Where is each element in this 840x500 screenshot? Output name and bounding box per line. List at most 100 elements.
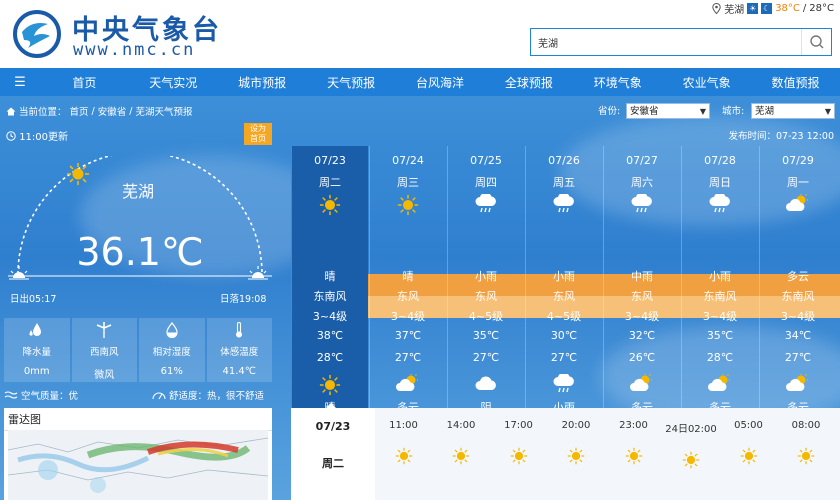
forecast-high-temp: 37℃ <box>394 329 422 342</box>
current-stats: 降水量 0mm 西南风 微风 相对湿度 61% 体感温度 41.4℃ <box>4 318 272 382</box>
search-input[interactable] <box>531 29 801 55</box>
forecast-high-temp: 35℃ <box>706 329 734 342</box>
forecast-weekday: 周一 <box>787 176 809 189</box>
forecast-low-temp: 28℃ <box>316 351 344 364</box>
search-box <box>530 28 832 56</box>
forecast-low-temp: 27℃ <box>550 351 578 364</box>
forecast-day-weather: 小雨 <box>475 270 497 283</box>
forecast-high-temp: 38℃ <box>316 329 344 342</box>
forecast-day-column[interactable]: 07/29周一多云东南风3~4级34℃27℃多云东风3~4级 <box>759 146 836 453</box>
nav-item-weather-forecast[interactable]: 天气预报 <box>307 74 396 91</box>
forecast-day-column[interactable]: 07/26周五小雨东风4~5级30℃27℃小雨东风5~6级 <box>525 146 602 453</box>
nmc-logo-icon[interactable] <box>12 10 62 58</box>
main-nav: ☰ 首页 天气实况 城市预报 天气预报 台风海洋 全球预报 环境气象 农业气象 … <box>0 68 840 96</box>
province-label: 省份: <box>598 106 621 117</box>
sun-icon <box>778 447 835 468</box>
stat-precipitation: 降水量 0mm <box>4 318 70 382</box>
forecast-low-temp: 26℃ <box>628 351 656 364</box>
forecast-day-column[interactable]: 07/27周六中雨东风3~4级32℃26℃多云东南风3~4级 <box>603 146 680 453</box>
forecast-day-wind-level: 3~4级 <box>702 310 738 323</box>
forecast-high-temp: 35℃ <box>472 329 500 342</box>
hourly-column: 08:00 <box>778 408 835 468</box>
nav-item-environment[interactable]: 环境气象 <box>573 74 662 91</box>
forecast-day-weather: 多云 <box>787 270 809 283</box>
rain-cloud-icon <box>526 372 602 397</box>
sun-icon <box>548 447 605 468</box>
stat-feels-like: 体感温度 41.4℃ <box>206 318 272 382</box>
forecast-weekday: 周三 <box>397 176 419 189</box>
cloud-icon <box>448 374 524 397</box>
hourly-time: 14:00 <box>446 420 476 431</box>
partly-cloudy-icon <box>370 374 446 397</box>
forecast-day-column[interactable]: 07/24周三晴东风3~4级37℃27℃多云东风3~4级 <box>369 146 446 453</box>
nav-item-global-forecast[interactable]: 全球预报 <box>484 74 573 91</box>
forecast-day-wind-level: 3~4级 <box>624 310 660 323</box>
forecast-day-weather: 小雨 <box>553 270 575 283</box>
set-homepage-button[interactable]: 设为首页 <box>244 123 272 145</box>
forecast-day-column[interactable]: 07/28周日小雨东南风3~4级35℃28℃多云东南风4~5级 <box>681 146 758 453</box>
wind-turbine-icon <box>96 322 112 338</box>
stat-value: 41.4℃ <box>222 366 257 377</box>
forecast-date: 07/26 <box>548 154 580 167</box>
forecast-low-temp: 28℃ <box>706 351 734 364</box>
forecast-date: 07/27 <box>626 154 658 167</box>
forecast-day-wind-direction: 东风 <box>397 290 419 303</box>
top-weather-summary: 芜湖 ☀ ☾ 38°C / 28°C <box>712 1 834 16</box>
forecast-low-temp: 27℃ <box>472 351 500 364</box>
forecast-date: 07/29 <box>782 154 814 167</box>
stat-value: 61% <box>160 366 183 377</box>
hourly-time: 24日02:00 <box>665 424 717 435</box>
forecast-day-column[interactable]: 07/23周二晴东南风3~4级38℃28℃晴东南风微风 <box>291 146 368 453</box>
publish-time: 发布时间：07-23 12:00 <box>728 131 834 142</box>
forecast-date: 07/28 <box>704 154 736 167</box>
forecast-day-column[interactable]: 07/25周四小雨东风4~5级35℃27℃阴东风4~5级 <box>447 146 524 453</box>
clock-icon <box>6 131 16 141</box>
forecast-low-temp: 27℃ <box>394 351 422 364</box>
province-select[interactable]: 安徽省 ▼ <box>626 103 710 119</box>
nav-item-typhoon-ocean[interactable]: 台风海洋 <box>396 74 485 91</box>
radar-title: 雷达图 <box>4 408 272 431</box>
stat-label: 西南风 <box>89 347 119 358</box>
stat-label: 相对湿度 <box>152 347 191 358</box>
hourly-time: 23:00 <box>619 420 648 431</box>
forecast-day-wind-level: 4~5级 <box>546 310 582 323</box>
forecast-date: 07/25 <box>470 154 502 167</box>
sun-icon <box>605 447 662 468</box>
weather-main: 当前位置： 首页 / 安徽省 / 芜湖天气预报 11:00更新 省份: 安徽省 ▼… <box>0 96 840 500</box>
breadcrumb: 当前位置： 首页 / 安徽省 / 芜湖天气预报 <box>6 104 192 118</box>
nav-item-live-weather[interactable]: 天气实况 <box>129 74 218 91</box>
stat-wind: 西南风 微风 <box>71 318 137 382</box>
sun-icon <box>375 447 432 468</box>
forecast-day-wind-direction: 东风 <box>475 290 497 303</box>
forecast-day-wind-direction: 东南风 <box>703 290 737 303</box>
comfort-index[interactable]: 舒适度：热，很不舒适 <box>152 388 264 402</box>
radar-echo-graphic <box>8 430 268 500</box>
air-quality[interactable]: 空气质量：优 <box>4 388 78 402</box>
nav-item-numerical[interactable]: 数值预报 <box>751 74 840 91</box>
menu-icon[interactable]: ☰ <box>0 75 40 90</box>
hourly-time: 05:00 <box>734 420 763 431</box>
top-city[interactable]: 芜湖 <box>724 1 744 16</box>
humidity-icon <box>166 322 178 339</box>
forecast-low-temp: 27℃ <box>784 351 812 364</box>
nav-item-agriculture[interactable]: 农业气象 <box>662 74 751 91</box>
breadcrumb-home[interactable]: 首页 <box>70 104 89 118</box>
nav-item-home[interactable]: 首页 <box>40 74 129 91</box>
thermometer-icon <box>236 321 243 338</box>
sunset-time: 日落19:08 <box>220 294 267 305</box>
site-url[interactable]: www.nmc.cn <box>73 40 195 60</box>
search-button[interactable] <box>801 29 831 55</box>
breadcrumb-province[interactable]: 安徽省 <box>98 104 127 118</box>
current-city: 芜湖 <box>121 182 154 201</box>
selected-day-pointer <box>326 403 336 408</box>
nav-item-city-forecast[interactable]: 城市预报 <box>218 74 307 91</box>
forecast-day-weather: 中雨 <box>631 270 653 283</box>
breadcrumb-label: 当前位置： <box>19 107 67 118</box>
air-quality-icon <box>4 391 18 399</box>
chevron-down-icon: ▼ <box>699 107 706 116</box>
radar-map-image[interactable] <box>8 430 268 500</box>
comfort-icon <box>152 392 166 400</box>
hourly-date-cell[interactable]: 07/23 周二 <box>291 403 375 500</box>
city-select[interactable]: 芜湖 ▼ <box>751 103 835 119</box>
forecast-day-weather: 晴 <box>324 270 336 283</box>
